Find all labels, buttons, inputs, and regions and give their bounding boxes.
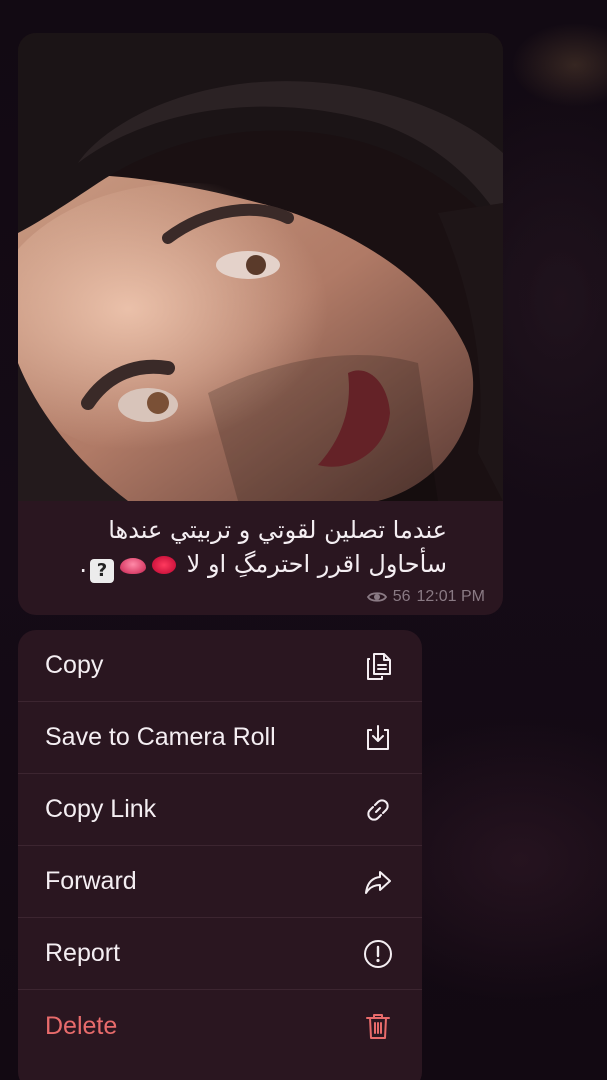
menu-item-label: Forward (45, 867, 137, 895)
menu-item-label: Delete (45, 1011, 118, 1040)
message-photo[interactable] (18, 33, 503, 501)
views-count: 56 (392, 588, 411, 605)
menu-item-label: Copy (45, 651, 104, 679)
download-icon (362, 722, 394, 754)
menu-item-report[interactable]: Report (18, 918, 422, 990)
menu-item-label: Copy Link (45, 795, 157, 823)
message-meta: 56 12:01 PM (366, 588, 485, 606)
photo-illustration (18, 33, 503, 501)
caption-line-2-text: سأحاول اقرر احترمگِ او لا (186, 550, 447, 578)
views-eye-icon (366, 592, 387, 602)
message-bubble[interactable]: عندما تصلين لقوتي و تربيتي عندها سأحاول … (18, 33, 503, 615)
question-mark-emoji-icon: ? (90, 559, 114, 583)
menu-item-label: Save to Camera Roll (45, 723, 276, 751)
link-icon (362, 794, 394, 826)
lips-emoji-icon (120, 558, 146, 574)
context-menu: Copy Save to Camera Roll Copy Link Forwa… (18, 630, 422, 1080)
menu-item-forward[interactable]: Forward (18, 846, 422, 918)
exclamation-circle-icon (362, 938, 394, 970)
caption-line-1: عندما تصلين لقوتي و تربيتي عندها (108, 516, 447, 544)
copy-icon (362, 650, 394, 682)
menu-item-label: Report (45, 939, 121, 967)
kiss-mark-emoji-icon (152, 556, 176, 574)
menu-item-save-to-camera-roll[interactable]: Save to Camera Roll (18, 702, 422, 774)
message-caption: عندما تصلين لقوتي و تربيتي عندها سأحاول … (18, 513, 503, 583)
trash-icon (362, 1010, 394, 1042)
caption-line-2-end: . (79, 550, 87, 578)
screen: عندما تصلين لقوتي و تربيتي عندها سأحاول … (0, 0, 607, 1080)
menu-item-copy-link[interactable]: Copy Link (18, 774, 422, 846)
forward-arrow-icon (362, 866, 394, 898)
message-time: 12:01 PM (416, 588, 485, 605)
menu-item-delete[interactable]: Delete (18, 990, 422, 1062)
caption-line-2: سأحاول اقرر احترمگِ او لا ?. (38, 547, 447, 583)
menu-item-copy[interactable]: Copy (18, 630, 422, 702)
